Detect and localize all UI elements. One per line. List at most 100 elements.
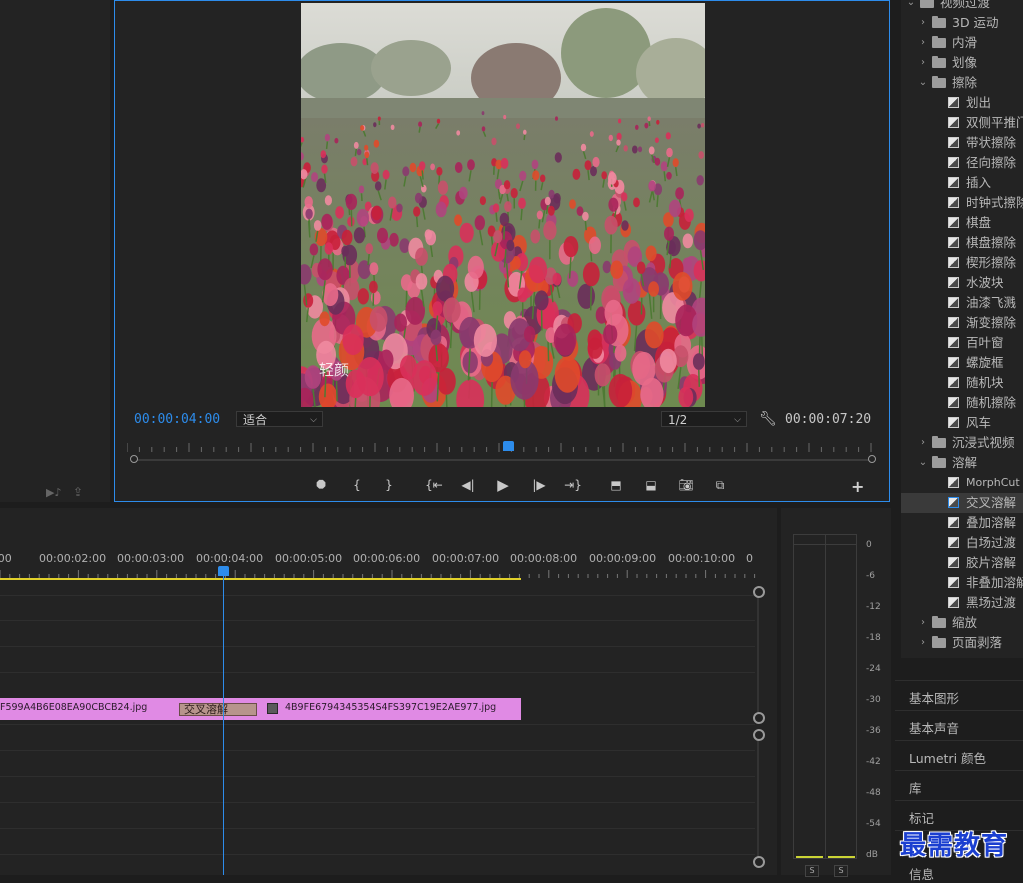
effect-item[interactable]: 时钟式擦除: [901, 193, 1023, 213]
tab-essential-sound[interactable]: 基本声音: [909, 718, 959, 737]
effect-item[interactable]: 划出: [901, 93, 1023, 113]
scroll-handle-bottom[interactable]: [753, 712, 765, 724]
chevron-down-icon[interactable]: ⌄: [918, 453, 928, 473]
go-to-out-icon[interactable]: ⇥}: [562, 476, 584, 494]
effect-item[interactable]: 随机擦除: [901, 393, 1023, 413]
chevron-right-icon[interactable]: ›: [918, 13, 928, 33]
clip-b-name: 4B9FE6794345354S4FS397C19E2AE977.jpg: [285, 702, 496, 713]
tree-item-label: 划出: [966, 93, 991, 113]
effect-item[interactable]: 螺旋框: [901, 353, 1023, 373]
insert-icon[interactable]: ▶♪: [46, 486, 61, 499]
scroll-handle-top[interactable]: [753, 586, 765, 598]
effect-item[interactable]: 插入: [901, 173, 1023, 193]
transition-icon: [948, 237, 959, 248]
effects-folder[interactable]: ⌄擦除: [901, 73, 1023, 93]
effect-item[interactable]: 白场过渡: [901, 533, 1023, 553]
ruler-label: 00:00:05:00: [275, 552, 342, 565]
ruler-label: 0: [746, 552, 753, 565]
effect-item[interactable]: 双侧平推门: [901, 113, 1023, 133]
effect-item[interactable]: 非叠加溶解: [901, 573, 1023, 593]
effect-item[interactable]: 楔形擦除: [901, 253, 1023, 273]
chevron-down-icon: ⌵: [734, 412, 741, 428]
lift-icon[interactable]: ⬒: [605, 476, 627, 494]
effect-item[interactable]: 水波块: [901, 273, 1023, 293]
fit-select[interactable]: 适合 ⌵: [236, 411, 323, 427]
monitor-time-ruler[interactable]: [127, 442, 875, 452]
button-editor-plus-icon[interactable]: +: [851, 477, 864, 496]
solo-left-button[interactable]: S: [805, 865, 819, 877]
effect-item[interactable]: 胶片溶解: [901, 553, 1023, 573]
effects-folder[interactable]: › 沉浸式视频: [901, 433, 1023, 453]
effects-folder[interactable]: › 页面剥落: [901, 633, 1023, 653]
play-icon[interactable]: ▶: [492, 476, 514, 494]
transition-icon: [948, 517, 959, 528]
chevron-right-icon[interactable]: ›: [918, 33, 928, 53]
video-clip-b[interactable]: 4B9FE6794345354S4FS397C19E2AE977.jpg: [216, 698, 521, 720]
program-monitor: 轻颜 00:00:04:00 适合 ⌵ 1/2 ⌵ 🔧︎ 00:00:07:20…: [114, 0, 890, 502]
monitor-playhead[interactable]: [503, 441, 514, 451]
chevron-down-icon[interactable]: ⌄: [918, 73, 928, 93]
effect-item[interactable]: 黑场过渡: [901, 593, 1023, 613]
add-marker-icon[interactable]: ⯃: [310, 476, 332, 494]
work-area-bar[interactable]: [0, 578, 521, 580]
tree-item-label: 沉浸式视频: [952, 433, 1015, 453]
zoom-scrollbar[interactable]: [133, 456, 873, 464]
chevron-right-icon[interactable]: ›: [918, 633, 928, 653]
wrench-icon[interactable]: 🔧︎: [759, 411, 777, 427]
ruler-label: 00:00:08:00: [510, 552, 577, 565]
effect-item[interactable]: 棋盘: [901, 213, 1023, 233]
effects-folder[interactable]: ›划像: [901, 53, 1023, 73]
tab-libraries[interactable]: 库: [909, 778, 922, 797]
tree-item-label: 页面剥落: [952, 633, 1002, 653]
chevron-right-icon[interactable]: ›: [918, 433, 928, 453]
effect-item[interactable]: 风车: [901, 413, 1023, 433]
scroll-handle-top-2[interactable]: [753, 729, 765, 741]
current-timecode[interactable]: 00:00:04:00: [134, 412, 220, 427]
zoom-handle-right[interactable]: [868, 455, 876, 463]
step-back-icon[interactable]: ◀|: [457, 476, 479, 494]
effect-item[interactable]: 随机块: [901, 373, 1023, 393]
export-frame-camera-icon[interactable]: 📷︎: [675, 476, 697, 494]
export-frame-icon[interactable]: ⇪: [73, 485, 83, 499]
effect-item[interactable]: 交叉溶解: [901, 493, 1023, 513]
comparison-view-icon[interactable]: ⧉: [709, 476, 731, 494]
brand-watermark: 最需教育: [900, 825, 1020, 861]
effect-item[interactable]: 棋盘擦除: [901, 233, 1023, 253]
tab-lumetri-color[interactable]: Lumetri 颜色: [909, 748, 986, 767]
cross-dissolve-transition[interactable]: 交叉溶解: [179, 703, 257, 716]
zoom-handle-left[interactable]: [130, 455, 138, 463]
effects-folder[interactable]: ›缩放: [901, 613, 1023, 633]
extract-icon[interactable]: ⬓: [640, 476, 662, 494]
effect-item[interactable]: 百叶窗: [901, 333, 1023, 353]
effects-folder[interactable]: ⌄溶解: [901, 453, 1023, 473]
effect-item[interactable]: 叠加溶解: [901, 513, 1023, 533]
video-preview[interactable]: 轻颜: [301, 3, 705, 407]
effect-item[interactable]: 带状擦除: [901, 133, 1023, 153]
timeline-ruler-ticks: [0, 570, 760, 578]
effect-item[interactable]: MorphCut: [901, 473, 1023, 493]
tab-essential-graphics[interactable]: 基本图形: [909, 688, 959, 707]
transition-icon: [948, 97, 959, 108]
go-to-in-icon[interactable]: {⇤: [423, 476, 445, 494]
audio-meter-panel: 0-6-12-18-24-30-36-42-48-54dB S S: [781, 508, 891, 875]
chevron-down-icon[interactable]: ⌄: [906, 0, 916, 13]
resolution-select[interactable]: 1/2 ⌵: [661, 411, 747, 427]
effects-folder[interactable]: ›3D 运动: [901, 13, 1023, 33]
mark-in-icon[interactable]: {: [346, 476, 368, 494]
solo-right-button[interactable]: S: [834, 865, 848, 877]
scroll-handle-bottom-2[interactable]: [753, 856, 765, 868]
timeline-playhead[interactable]: [218, 566, 229, 576]
effects-folder[interactable]: ⌄视频过渡: [901, 0, 1023, 13]
chevron-right-icon[interactable]: ›: [918, 53, 928, 73]
timeline-vertical-scrollbar[interactable]: [756, 588, 762, 868]
timeline-ruler[interactable]: :0000:00:02:0000:00:03:0000:00:04:0000:0…: [0, 552, 760, 566]
effect-item[interactable]: 渐变擦除: [901, 313, 1023, 333]
mark-out-icon[interactable]: }: [378, 476, 400, 494]
chevron-right-icon[interactable]: ›: [918, 613, 928, 633]
step-forward-icon[interactable]: |▶: [528, 476, 550, 494]
tab-info[interactable]: 信息: [909, 864, 934, 883]
effects-folder[interactable]: ›内滑: [901, 33, 1023, 53]
transition-icon: [948, 317, 959, 328]
effect-item[interactable]: 径向擦除: [901, 153, 1023, 173]
effect-item[interactable]: 油漆飞溅: [901, 293, 1023, 313]
